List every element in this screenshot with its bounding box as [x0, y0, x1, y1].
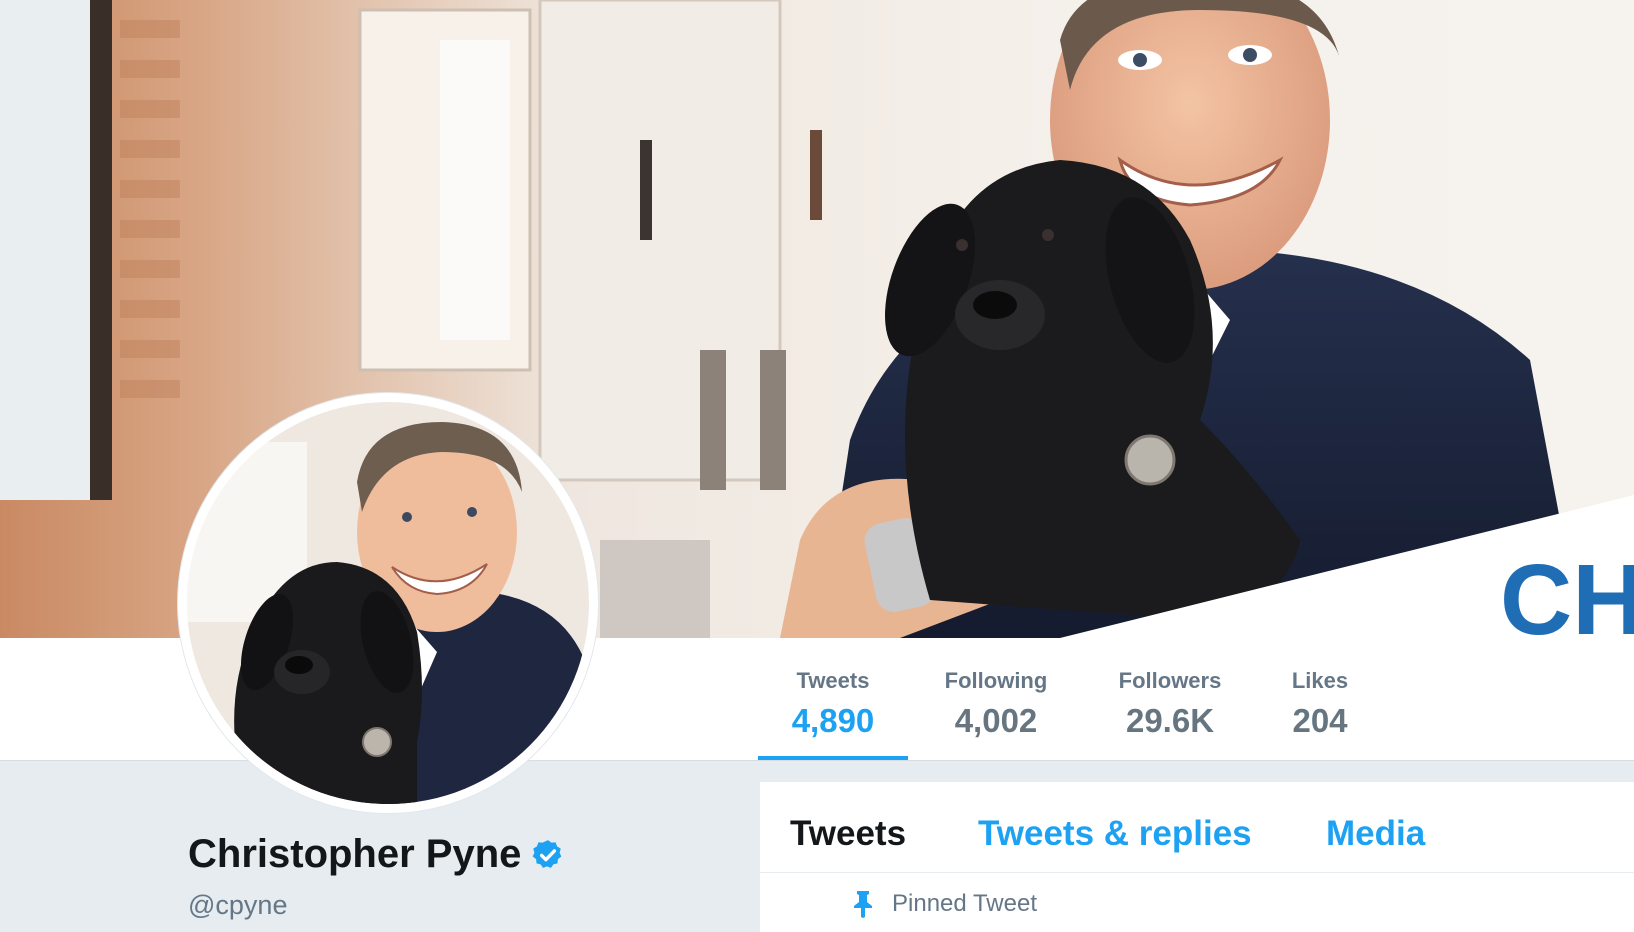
banner-text: CH — [1500, 544, 1634, 638]
pinned-tweet-label: Pinned Tweet — [892, 890, 1037, 917]
stat-likes-value: 204 — [1292, 702, 1348, 739]
stat-tweets-label: Tweets — [796, 668, 870, 693]
stat-followers-value: 29.6K — [1125, 702, 1215, 739]
stat-following-label: Following — [944, 668, 1048, 693]
stat-tweets-value: 4,890 — [791, 702, 875, 739]
stat-followers-label: Followers — [1118, 668, 1222, 693]
tab-media[interactable]: Media — [1326, 814, 1425, 854]
tab-tweets[interactable]: Tweets — [790, 814, 906, 854]
stat-likes-label: Likes — [1291, 668, 1349, 693]
pin-icon — [854, 891, 872, 918]
stat-following[interactable]: Following 4,002 — [928, 638, 1064, 760]
profile-avatar[interactable] — [178, 393, 598, 813]
profile-name-text: Christopher Pyne — [188, 832, 522, 876]
tab-divider — [760, 872, 1634, 873]
stat-tweets[interactable]: Tweets 4,890 — [758, 638, 908, 760]
pinned-tweet-context: Pinned Tweet — [852, 890, 1037, 918]
profile-name[interactable]: Christopher Pyne — [188, 832, 565, 877]
timeline: Tweets Tweets & replies Media Pinned Twe… — [760, 782, 1634, 932]
stat-followers[interactable]: Followers 29.6K — [1104, 638, 1236, 760]
profile-handle[interactable]: @cpyne — [188, 890, 287, 921]
stat-likes[interactable]: Likes 204 — [1278, 638, 1362, 760]
stat-following-value: 4,002 — [954, 702, 1038, 739]
tab-tweets-and-replies[interactable]: Tweets & replies — [978, 814, 1252, 854]
verified-badge-icon — [533, 839, 562, 868]
